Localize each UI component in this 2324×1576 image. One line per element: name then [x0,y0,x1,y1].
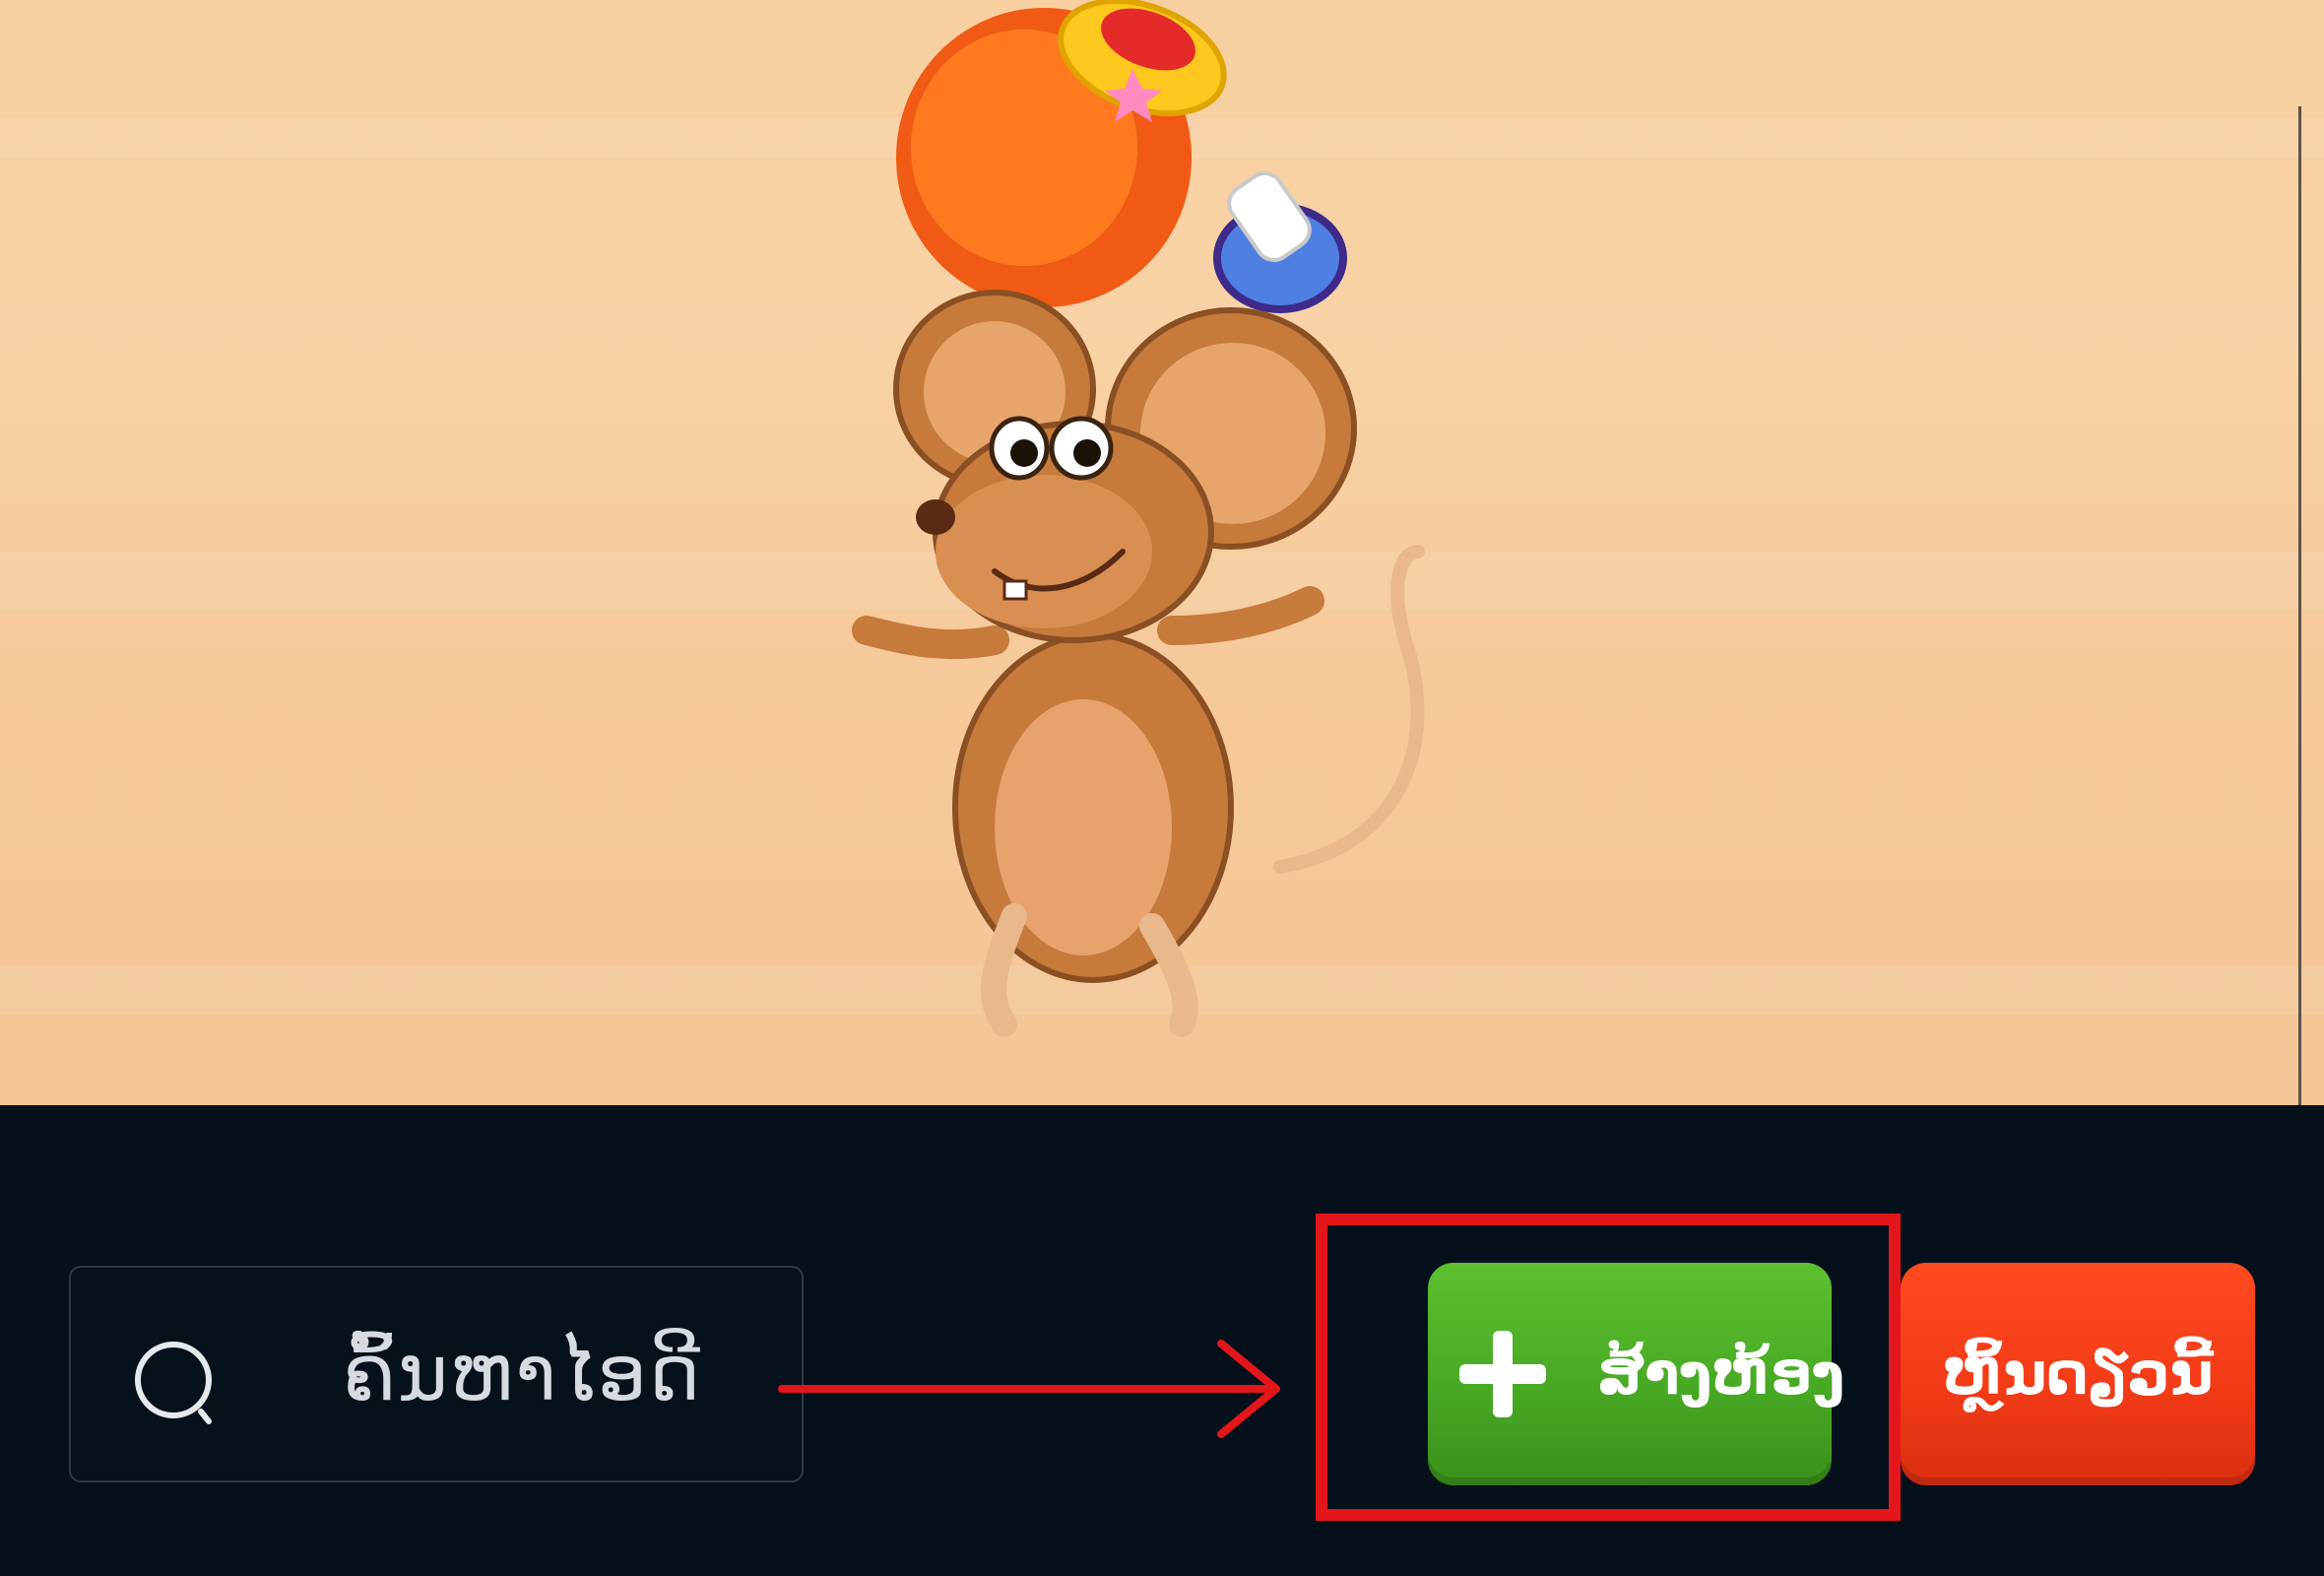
search-placeholder: ຄົ້ນຫາໄອດີ [343,1330,702,1418]
create-room-label: ສ້າງຫ້ອງ [1597,1341,1845,1408]
play-now-label: ຫຼິ້ນດຽວນີ້ [1942,1340,2214,1409]
game-lobby-screen: ຄົ້ນຫາໄອດີ ສ້າງຫ້ອງ ຫຼິ້ນດຽວນີ້ [0,0,2324,1576]
create-room-button[interactable]: ສ້າງຫ້ອງ [1428,1263,1844,1485]
toy-hammer-icon [896,0,1347,313]
game-banner [0,0,2324,1105]
mouse-mascot-icon [852,0,1425,1037]
play-now-button[interactable]: ຫຼິ້ນດຽວນີ້ [1901,1263,2255,1485]
banner-edge-line [2298,106,2301,1105]
pointer-arrow [778,1340,1280,1438]
plus-icon [1459,1331,1546,1417]
search-icon [135,1342,212,1424]
search-input[interactable]: ຄົ້ນຫາໄອດີ [69,1266,804,1482]
